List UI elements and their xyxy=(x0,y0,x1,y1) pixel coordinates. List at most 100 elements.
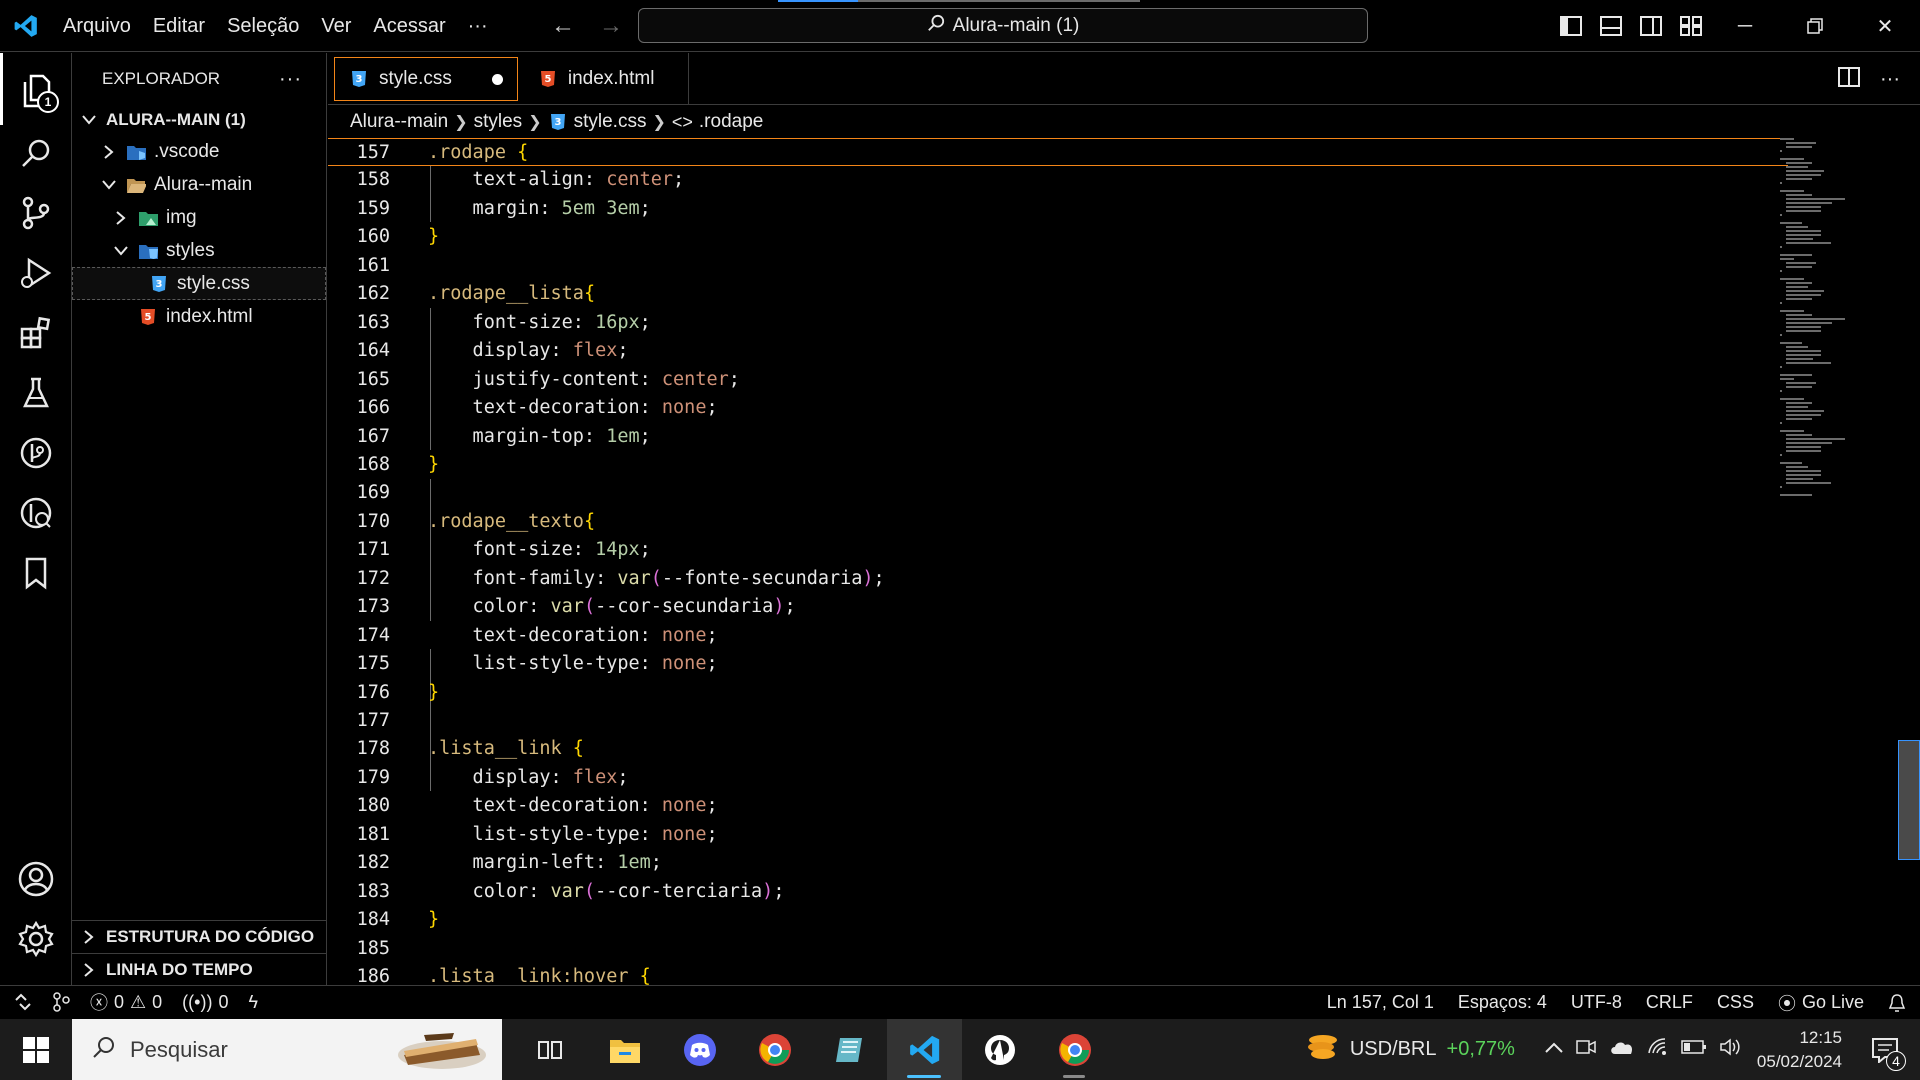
go-live-button[interactable]: ⦿ Go Live xyxy=(1778,990,1864,1016)
minimize-icon[interactable]: ─ xyxy=(1710,0,1780,52)
windows-start-icon[interactable] xyxy=(0,1019,72,1080)
restore-icon[interactable] xyxy=(1780,0,1850,52)
back-arrow-icon[interactable]: ← xyxy=(548,12,578,40)
code-line[interactable]: 179 display: flex; xyxy=(328,764,1788,792)
code-line[interactable]: 186 .lista__link:hover { xyxy=(328,963,1788,985)
workspace-root[interactable]: ALURA--MAIN (1) xyxy=(72,105,326,135)
forward-arrow-icon[interactable]: → xyxy=(596,12,626,40)
explorer-icon[interactable]: 1 xyxy=(0,53,72,125)
code-line[interactable]: 167 margin-top: 1em; xyxy=(328,423,1788,451)
code-line[interactable]: 175 list-style-type: none; xyxy=(328,650,1788,678)
notification-center-icon[interactable]: 4 xyxy=(1860,1037,1910,1071)
tree-item-index-html[interactable]: 5 index.html xyxy=(72,300,326,333)
code-line[interactable]: 183 color: var(--cor-terciaria); xyxy=(328,878,1788,906)
toggle-secondary-sidebar-icon[interactable] xyxy=(1638,14,1664,38)
code-line[interactable]: 164 display: flex; xyxy=(328,337,1788,365)
code-line[interactable]: 162 .rodape__lista{ xyxy=(328,280,1788,308)
code-line[interactable]: 163 font-size: 16px; xyxy=(328,309,1788,337)
code-line[interactable]: 165 justify-content: center; xyxy=(328,366,1788,394)
menu-editar[interactable]: Editar xyxy=(142,6,216,46)
breadcrumb-item[interactable]: styles xyxy=(474,111,523,133)
battery-icon[interactable] xyxy=(1681,1039,1707,1060)
customize-layout-icon[interactable] xyxy=(1678,14,1704,38)
bookmarks-icon[interactable] xyxy=(0,537,72,609)
code-line[interactable]: 160} xyxy=(328,223,1788,251)
encoding[interactable]: UTF-8 xyxy=(1571,992,1622,1013)
stock-widget[interactable]: USD/BRL +0,77% xyxy=(1306,1032,1515,1068)
tree-item-img[interactable]: img xyxy=(72,201,326,234)
chrome-running-icon[interactable] xyxy=(1037,1019,1112,1080)
editor-scrollbar[interactable] xyxy=(1898,740,1920,860)
tree-item-styles[interactable]: styles xyxy=(72,234,326,267)
code-line[interactable]: 168} xyxy=(328,451,1788,479)
code-line[interactable]: 180 text-decoration: none; xyxy=(328,792,1788,820)
tree-item-style-css[interactable]: 3 style.css xyxy=(72,267,326,300)
unsaved-dot-icon[interactable] xyxy=(491,73,503,85)
meet-now-icon[interactable] xyxy=(1575,1037,1597,1062)
breadcrumb-item[interactable]: style.css xyxy=(574,111,647,133)
notifications-bell-icon[interactable] xyxy=(1888,993,1906,1013)
code-line[interactable]: 174 text-decoration: none; xyxy=(328,622,1788,650)
code-line[interactable]: 169 xyxy=(328,479,1788,507)
code-line[interactable]: 166 text-decoration: none; xyxy=(328,394,1788,422)
editor-more-icon[interactable]: ··· xyxy=(1880,68,1900,91)
cursor-position[interactable]: Ln 157, Col 1 xyxy=(1327,992,1434,1013)
outline-section[interactable]: ESTRUTURA DO CÓDIGO xyxy=(72,920,327,952)
code-line[interactable]: 178 .lista__link { xyxy=(328,735,1788,763)
language-mode[interactable]: CSS xyxy=(1717,992,1754,1013)
code-line[interactable]: 176} xyxy=(328,679,1788,707)
split-editor-icon[interactable] xyxy=(1838,66,1861,92)
code-line[interactable]: 173 color: var(--cor-secundaria); xyxy=(328,593,1788,621)
chevron-up-icon[interactable] xyxy=(1545,1041,1563,1059)
minimap[interactable] xyxy=(1780,138,1890,518)
system-clock[interactable]: 12:15 05/02/2024 xyxy=(1757,1026,1842,1074)
code-line[interactable]: 182 margin-left: 1em; xyxy=(328,849,1788,877)
vscode-taskbar-icon[interactable] xyxy=(887,1019,962,1080)
code-line[interactable]: 157 .rodape { xyxy=(328,138,1788,166)
menu-arquivo[interactable]: Arquivo xyxy=(52,6,142,46)
code-line[interactable]: 158 text-align: center; xyxy=(328,166,1788,194)
toggle-panel-icon[interactable] xyxy=(1598,14,1624,38)
end-of-line[interactable]: CRLF xyxy=(1646,992,1693,1013)
file-explorer-icon[interactable] xyxy=(587,1019,662,1080)
explorer-more-button[interactable]: ··· xyxy=(279,68,302,91)
lightning-icon[interactable]: ϟ xyxy=(248,992,258,1013)
timeline-section[interactable]: LINHA DO TEMPO xyxy=(72,953,327,985)
volume-icon[interactable] xyxy=(1719,1037,1743,1062)
code-line[interactable]: 185 xyxy=(328,935,1788,963)
wifi-icon[interactable] xyxy=(1647,1037,1669,1062)
problems-indicator[interactable]: ⓧ 0 ⚠ 0 xyxy=(90,989,162,1015)
ports-indicator[interactable]: ((•)) 0 xyxy=(182,992,228,1013)
command-center-search[interactable]: Alura--main (1) xyxy=(638,8,1368,43)
menu-selecao[interactable]: Seleção xyxy=(216,6,310,46)
toggle-primary-sidebar-icon[interactable] xyxy=(1558,14,1584,38)
tab-index-html[interactable]: 5 index.html xyxy=(522,53,690,105)
git-branch-icon[interactable] xyxy=(52,992,70,1012)
github-icon[interactable] xyxy=(962,1019,1037,1080)
chrome-icon[interactable] xyxy=(737,1019,812,1080)
notes-app-icon[interactable] xyxy=(812,1019,887,1080)
close-icon[interactable]: ✕ xyxy=(1850,0,1920,52)
code-line[interactable]: 172 font-family: var(--fonte-secundaria)… xyxy=(328,565,1788,593)
task-view-icon[interactable] xyxy=(512,1019,587,1080)
settings-gear-icon[interactable] xyxy=(0,903,72,975)
breadcrumb-item[interactable]: Alura--main xyxy=(350,111,448,133)
code-line[interactable]: 161 xyxy=(328,252,1788,280)
code-line[interactable]: 181 list-style-type: none; xyxy=(328,821,1788,849)
onedrive-cloud-icon[interactable] xyxy=(1609,1038,1635,1061)
code-line[interactable]: 184} xyxy=(328,906,1788,934)
menu-ver[interactable]: Ver xyxy=(310,6,362,46)
code-line[interactable]: 170 .rodape__texto{ xyxy=(328,508,1788,536)
taskbar-search[interactable]: Pesquisar xyxy=(72,1019,502,1080)
code-line[interactable]: 171 font-size: 14px; xyxy=(328,536,1788,564)
tree-item-alura-main[interactable]: Alura--main xyxy=(72,168,326,201)
remote-indicator-icon[interactable] xyxy=(14,993,32,1011)
menu-more-button[interactable]: ··· xyxy=(457,6,499,46)
code-line[interactable]: 177 xyxy=(328,707,1788,735)
breadcrumb-item[interactable]: .rodape xyxy=(699,111,763,133)
code-editor[interactable]: 157 .rodape {158 text-align: center; 159 m… xyxy=(328,138,1920,985)
indentation[interactable]: Espaços: 4 xyxy=(1458,992,1547,1013)
tree-item-vscode[interactable]: .vscode xyxy=(72,135,326,168)
tab-style-css[interactable]: 3 style.css xyxy=(334,57,518,101)
discord-icon[interactable] xyxy=(662,1019,737,1080)
